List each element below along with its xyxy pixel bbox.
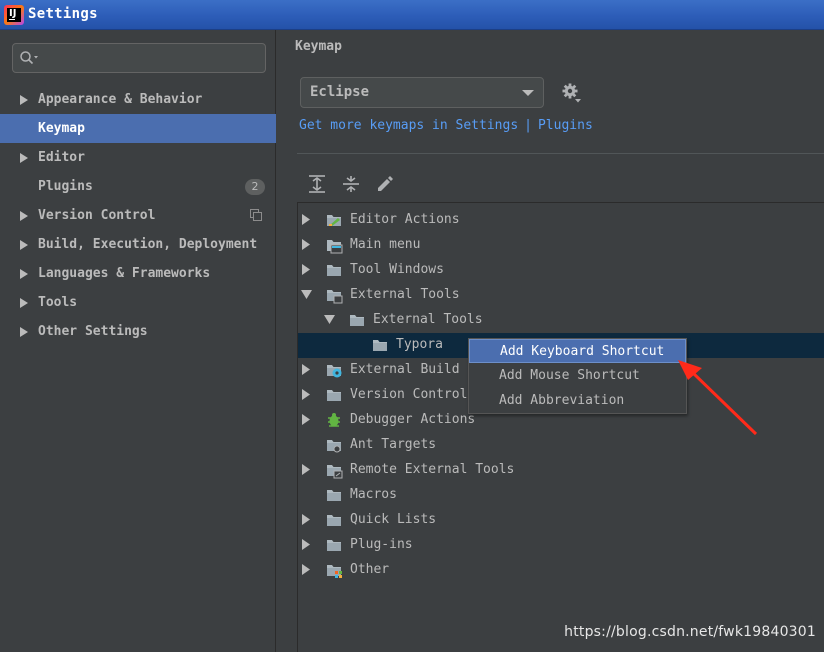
gear-icon[interactable] xyxy=(561,82,583,104)
tree-row[interactable]: Macros xyxy=(298,483,824,508)
tree-row-label: Debugger Actions xyxy=(350,412,476,427)
sidebar-item-appearance-behavior[interactable]: Appearance & Behavior xyxy=(0,85,276,114)
sidebar-item-label: Keymap xyxy=(38,121,85,136)
red-annotation-arrow xyxy=(678,360,758,436)
tree-row[interactable]: External Tools xyxy=(298,308,824,333)
tree-row[interactable]: Remote External Tools xyxy=(298,458,824,483)
tree-row[interactable]: External Tools xyxy=(298,283,824,308)
collapse-all-icon[interactable] xyxy=(341,174,361,194)
tree-row-label: Quick Lists xyxy=(350,512,437,527)
folder-icon xyxy=(327,490,341,501)
watermark: https://blog.csdn.net/fwk19840301 xyxy=(564,624,816,640)
tree-row[interactable]: Main menu xyxy=(298,233,824,258)
sidebar-item-editor[interactable]: Editor xyxy=(0,143,276,172)
window-title: Settings xyxy=(28,6,98,22)
sidebar-item-plugins[interactable]: Plugins 2 xyxy=(0,172,276,201)
folder-icon xyxy=(373,340,387,351)
collapsed-arrow-icon[interactable] xyxy=(301,464,313,476)
expand-all-icon[interactable] xyxy=(307,174,327,194)
tree-row-label: External Build xyxy=(350,362,460,377)
tree-row-label: Other xyxy=(350,562,390,577)
tree-row-label: Editor Actions xyxy=(350,212,460,227)
add-abbreviation-menu-item[interactable]: Add Abbreviation xyxy=(469,389,686,413)
other-icon xyxy=(327,565,342,578)
keymap-select-value: Eclipse xyxy=(310,84,370,100)
settings-search[interactable] xyxy=(12,43,266,73)
external-build-icon xyxy=(327,365,342,378)
tree-row[interactable]: Quick Lists xyxy=(298,508,824,533)
folder-icon xyxy=(350,315,364,326)
remote-tools-icon xyxy=(327,465,343,479)
collapsed-arrow-icon[interactable] xyxy=(301,389,313,401)
tree-row-label: External Tools xyxy=(350,287,460,302)
collapsed-arrow-icon[interactable] xyxy=(301,564,313,576)
tree-row-label: External Tools xyxy=(373,312,483,327)
editor-actions-icon xyxy=(327,215,341,226)
sidebar-item-tools[interactable]: Tools xyxy=(0,288,276,317)
keymap-links: Get more keymaps in Settings | Plugins xyxy=(299,118,593,133)
sidebar-item-label: Appearance & Behavior xyxy=(38,92,203,107)
sidebar-item-keymap[interactable]: Keymap xyxy=(0,114,276,143)
tree-row-label: Ant Targets xyxy=(350,437,437,452)
page-title: Keymap xyxy=(295,39,342,54)
divider xyxy=(297,153,824,154)
folder-icon xyxy=(327,540,341,551)
ant-targets-icon xyxy=(327,440,341,453)
tree-row[interactable]: Plug-ins xyxy=(298,533,824,558)
search-input[interactable] xyxy=(47,48,257,68)
debugger-icon xyxy=(328,413,340,427)
settings-sidebar: Appearance & Behavior Keymap Editor Plug… xyxy=(0,30,276,652)
intellij-idea-icon: IJ xyxy=(4,5,24,25)
tree-row[interactable]: Editor Actions xyxy=(298,208,824,233)
main-menu-icon xyxy=(327,240,343,254)
folder-icon xyxy=(327,515,341,526)
sidebar-item-label: Build, Execution, Deployment xyxy=(38,237,258,252)
tree-row-label: Macros xyxy=(350,487,397,502)
sidebar-item-build-execution-deployment[interactable]: Build, Execution, Deployment xyxy=(0,230,276,259)
tree-row-label: Remote External Tools xyxy=(350,462,515,477)
tree-row[interactable]: Other xyxy=(298,558,824,583)
collapsed-arrow-icon[interactable] xyxy=(301,364,313,376)
copy-icon xyxy=(250,209,262,221)
sidebar-item-label: Tools xyxy=(38,295,78,310)
add-mouse-shortcut-menu-item[interactable]: Add Mouse Shortcut xyxy=(469,364,686,388)
tree-row-label: Plug-ins xyxy=(350,537,413,552)
chevron-down-icon xyxy=(522,90,534,96)
add-keyboard-shortcut-menu-item[interactable]: Add Keyboard Shortcut xyxy=(469,339,686,363)
get-more-keymaps-link[interactable]: Get more keymaps in Settings xyxy=(299,118,518,133)
keymap-select[interactable]: Eclipse xyxy=(300,77,544,108)
external-tools-icon xyxy=(327,290,343,304)
search-icon xyxy=(20,51,38,65)
folder-icon xyxy=(327,390,341,401)
expanded-arrow-icon[interactable] xyxy=(324,314,336,326)
sidebar-item-label: Languages & Frameworks xyxy=(38,266,211,281)
collapsed-arrow-icon[interactable] xyxy=(301,214,313,226)
tree-row[interactable]: Tool Windows xyxy=(298,258,824,283)
sidebar-item-version-control[interactable]: Version Control xyxy=(0,201,276,230)
collapsed-arrow-icon[interactable] xyxy=(301,264,313,276)
sidebar-item-other-settings[interactable]: Other Settings xyxy=(0,317,276,346)
sidebar-item-label: Version Control xyxy=(38,208,156,223)
context-menu: Add Keyboard Shortcut Add Mouse Shortcut… xyxy=(468,338,687,414)
collapsed-arrow-icon[interactable] xyxy=(301,539,313,551)
tree-row-label: Typora xyxy=(396,337,443,352)
collapsed-arrow-icon[interactable] xyxy=(301,239,313,251)
sidebar-item-label: Plugins xyxy=(38,179,93,194)
sidebar-item-label: Editor xyxy=(38,150,85,165)
collapsed-arrow-icon[interactable] xyxy=(301,514,313,526)
folder-icon xyxy=(327,265,341,276)
tree-row-label: Main menu xyxy=(350,237,421,252)
sidebar-item-languages-frameworks[interactable]: Languages & Frameworks xyxy=(0,259,276,288)
plugins-update-badge: 2 xyxy=(245,179,265,195)
link-separator: | xyxy=(524,118,532,133)
tree-row-label: Version Control xyxy=(350,387,468,402)
edit-icon[interactable] xyxy=(375,174,395,194)
collapsed-arrow-icon[interactable] xyxy=(301,414,313,426)
sidebar-item-label: Other Settings xyxy=(38,324,148,339)
window-titlebar: IJ Settings xyxy=(0,0,824,30)
tree-row-label: Tool Windows xyxy=(350,262,444,277)
plugins-link[interactable]: Plugins xyxy=(538,118,593,133)
expanded-arrow-icon[interactable] xyxy=(301,289,313,301)
